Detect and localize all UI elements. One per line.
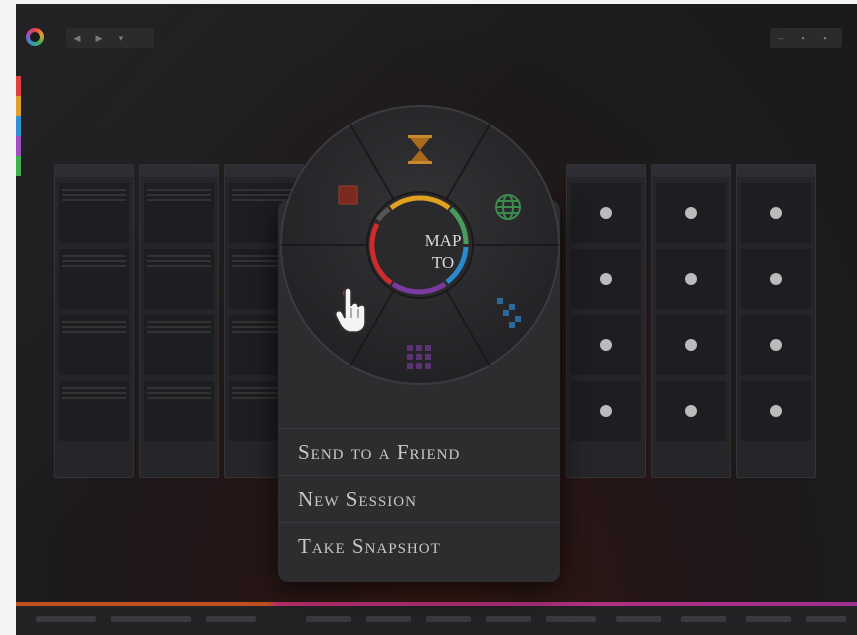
send-to-friend-item[interactable]: Send to a Friend	[278, 428, 560, 475]
add-icon[interactable]	[685, 339, 697, 351]
board-column	[651, 164, 731, 478]
card[interactable]	[59, 183, 129, 243]
close-icon[interactable]: ▪	[814, 33, 836, 43]
window-controls: – ▪ ▪	[770, 28, 842, 48]
maximize-icon[interactable]: ▪	[792, 33, 814, 43]
card[interactable]	[144, 249, 214, 309]
minimize-icon[interactable]: –	[770, 33, 792, 43]
card[interactable]	[571, 249, 641, 309]
card[interactable]	[144, 315, 214, 375]
card[interactable]	[59, 249, 129, 309]
map-to-label[interactable]: MAP TO	[404, 230, 482, 274]
board-column	[139, 164, 219, 478]
status-bar	[16, 602, 857, 635]
add-icon[interactable]	[600, 273, 612, 285]
add-icon[interactable]	[770, 405, 782, 417]
center-label-line2: TO	[431, 253, 455, 272]
hand-cursor-icon	[335, 288, 366, 333]
add-icon[interactable]	[685, 405, 697, 417]
center-label-line1: MAP	[424, 231, 462, 250]
card[interactable]	[656, 381, 726, 441]
new-session-item[interactable]: New Session	[278, 475, 560, 522]
grid-icon[interactable]	[407, 345, 431, 369]
take-snapshot-item[interactable]: Take Snapshot	[278, 522, 560, 569]
card[interactable]	[59, 315, 129, 375]
card[interactable]	[741, 381, 811, 441]
card[interactable]	[144, 381, 214, 441]
card[interactable]	[741, 183, 811, 243]
nav-toolbar: ◀ ▶ ▾	[66, 28, 154, 48]
add-icon[interactable]	[685, 273, 697, 285]
context-menu: Send to a Friend New Session Take Snapsh…	[278, 428, 560, 569]
card[interactable]	[656, 315, 726, 375]
add-icon[interactable]	[600, 405, 612, 417]
board-column	[54, 164, 134, 478]
card[interactable]	[656, 183, 726, 243]
card[interactable]	[571, 183, 641, 243]
add-icon[interactable]	[685, 207, 697, 219]
app-logo-icon[interactable]	[26, 28, 44, 46]
board-column	[566, 164, 646, 478]
card[interactable]	[741, 315, 811, 375]
forward-icon[interactable]: ▶	[88, 33, 110, 44]
side-color-stripes	[16, 76, 21, 176]
square-icon[interactable]	[338, 185, 358, 205]
card[interactable]	[656, 249, 726, 309]
accent-bar	[16, 602, 857, 606]
card[interactable]	[571, 381, 641, 441]
card[interactable]	[741, 249, 811, 309]
board-column	[736, 164, 816, 478]
add-icon[interactable]	[600, 339, 612, 351]
dropdown-icon[interactable]: ▾	[110, 33, 132, 44]
card[interactable]	[59, 381, 129, 441]
back-icon[interactable]: ◀	[66, 33, 88, 44]
add-icon[interactable]	[600, 207, 612, 219]
add-icon[interactable]	[770, 339, 782, 351]
card[interactable]	[144, 183, 214, 243]
add-icon[interactable]	[770, 273, 782, 285]
card[interactable]	[571, 315, 641, 375]
add-icon[interactable]	[770, 207, 782, 219]
